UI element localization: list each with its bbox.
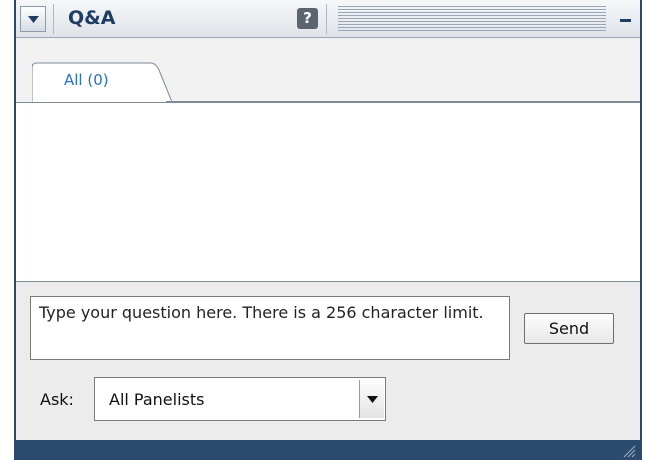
title-bar: Q&A ?: [16, 0, 640, 38]
qa-panel: Q&A ? All (0) Type your question here. T…: [14, 0, 642, 460]
tab-bar: All (0): [16, 38, 640, 103]
help-icon[interactable]: ?: [297, 8, 318, 29]
dropdown-button[interactable]: [359, 380, 384, 418]
questions-list[interactable]: [16, 102, 640, 282]
select-value: All Panelists: [109, 390, 205, 409]
tab-label: All (0): [64, 71, 109, 89]
divider: [53, 4, 54, 34]
drag-grip[interactable]: [338, 6, 606, 32]
tab-all[interactable]: All (0): [32, 62, 172, 103]
minimize-icon: [620, 19, 631, 22]
ask-recipient-select[interactable]: All Panelists: [94, 377, 386, 421]
status-bar: [16, 440, 640, 460]
panel-title: Q&A: [68, 7, 116, 29]
chevron-down-icon: [367, 396, 378, 403]
collapse-button[interactable]: [20, 6, 46, 32]
question-input[interactable]: Type your question here. There is a 256 …: [30, 296, 510, 360]
triangle-down-icon: [28, 16, 39, 23]
resize-grip-icon[interactable]: [620, 442, 636, 458]
ask-label: Ask:: [40, 390, 74, 409]
minimize-button[interactable]: [612, 5, 638, 33]
divider: [326, 4, 327, 34]
send-button[interactable]: Send: [524, 313, 614, 344]
